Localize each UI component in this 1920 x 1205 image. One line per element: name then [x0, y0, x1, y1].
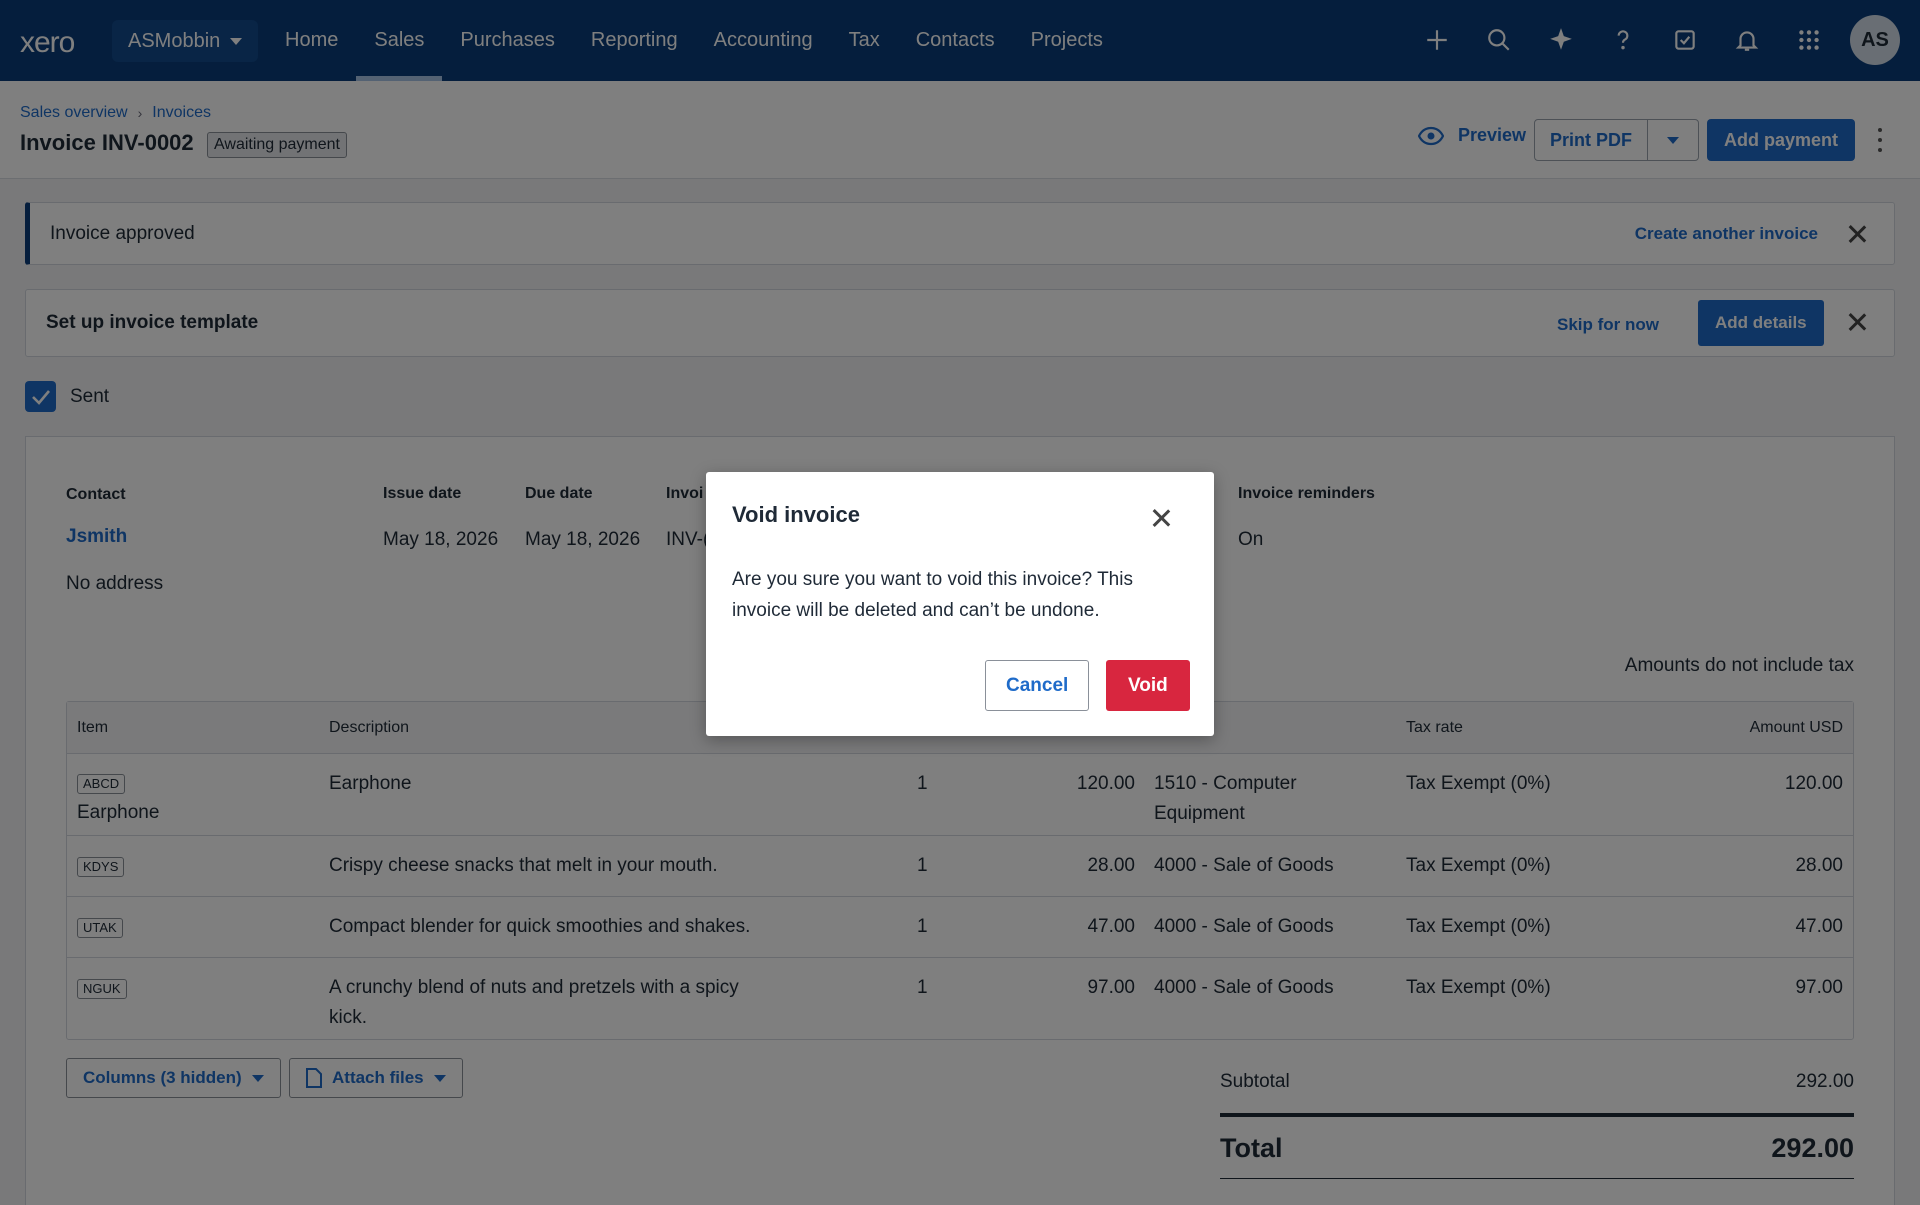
dialog-title: Void invoice [732, 502, 860, 527]
void-button[interactable]: Void [1106, 660, 1190, 711]
cancel-button[interactable]: Cancel [985, 660, 1090, 711]
void-invoice-dialog: Void invoice Are you sure you want to vo… [706, 472, 1214, 736]
dialog-message: Are you sure you want to void this invoi… [732, 569, 1133, 621]
close-icon[interactable] [1152, 509, 1170, 527]
